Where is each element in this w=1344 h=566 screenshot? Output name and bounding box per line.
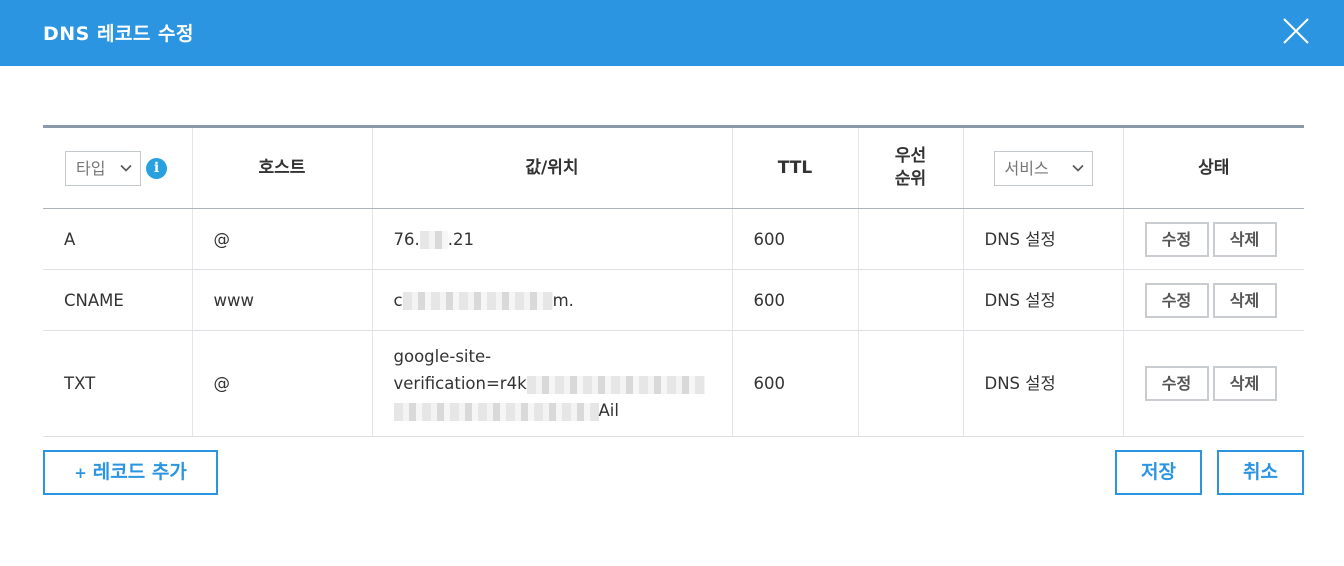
table-row: TXT @ google-site- verification=r4k Ail … [43,330,1304,437]
record-type: A [43,208,192,270]
column-service: 서비스 [962,126,1123,209]
record-value: google-site- verification=r4k Ail [371,330,732,437]
dns-records-table: 타입 i 호스트 값/위치 TTL 우선 순위 서비스 상태 A @ 76. .2… [43,125,1304,437]
edit-button[interactable]: 수정 [1144,282,1209,318]
record-priority [857,269,963,331]
edit-button[interactable]: 수정 [1144,221,1209,257]
record-type: TXT [43,330,192,437]
column-priority: 우선 순위 [857,126,963,209]
record-value: 76. .21 [371,208,732,270]
table-header-row: 타입 i 호스트 값/위치 TTL 우선 순위 서비스 상태 [43,126,1304,209]
record-service: DNS 설정 [962,269,1123,331]
record-host: @ [191,208,372,270]
record-priority [857,208,963,270]
dialog-header: DNS 레코드 수정 [0,0,1344,66]
plus-icon: + [74,464,87,482]
chevron-down-icon [120,164,132,172]
add-record-button[interactable]: + 레코드 추가 [43,450,218,495]
column-value: 값/위치 [371,126,732,209]
type-filter-select[interactable]: 타입 [65,150,141,186]
column-type: 타입 i [43,126,192,209]
record-actions: 수정 삭제 [1122,208,1304,270]
redacted-text [393,402,599,421]
record-host: www [191,269,372,331]
record-actions: 수정 삭제 [1122,269,1304,331]
record-actions: 수정 삭제 [1122,330,1304,437]
column-status: 상태 [1122,126,1304,209]
redacted-text [526,375,705,394]
column-host: 호스트 [191,126,372,209]
column-ttl: TTL [731,126,858,209]
redacted-text [419,231,448,249]
record-priority [857,330,963,437]
record-ttl: 600 [731,269,858,331]
save-button[interactable]: 저장 [1115,450,1202,495]
redacted-text [402,292,553,310]
record-ttl: 600 [731,330,858,437]
delete-button[interactable]: 삭제 [1212,366,1277,401]
record-service: DNS 설정 [962,208,1123,270]
chevron-down-icon [1071,164,1084,172]
dialog-title: DNS 레코드 수정 [43,23,194,45]
edit-button[interactable]: 수정 [1144,366,1209,401]
record-value: c m. [371,269,732,331]
record-type: CNAME [43,269,192,331]
service-filter-select[interactable]: 서비스 [993,150,1093,186]
info-icon[interactable]: i [146,157,167,179]
delete-button[interactable]: 삭제 [1212,282,1277,318]
record-ttl: 600 [731,208,858,270]
record-host: @ [191,330,372,437]
close-icon[interactable] [1281,16,1311,46]
table-row: A @ 76. .21 600 DNS 설정 수정 삭제 [43,208,1304,270]
cancel-button[interactable]: 취소 [1217,450,1304,495]
delete-button[interactable]: 삭제 [1212,221,1277,257]
record-service: DNS 설정 [962,330,1123,437]
table-row: CNAME www c m. 600 DNS 설정 수정 삭제 [43,269,1304,331]
